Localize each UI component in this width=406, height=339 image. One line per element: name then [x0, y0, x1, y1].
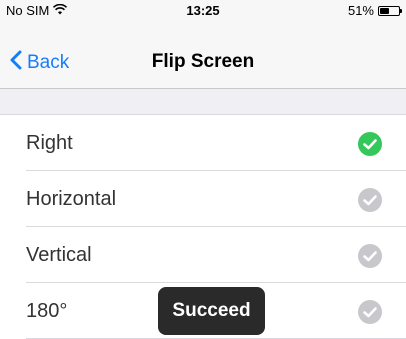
battery-tip: [400, 8, 402, 13]
battery-percent: 51%: [347, 3, 374, 18]
status-bar: No SIM 13:25 51%: [0, 0, 406, 20]
success-toast: Succeed: [158, 287, 265, 335]
option-label: Right: [26, 132, 73, 154]
option-row-unselected[interactable]: Horizontal: [0, 171, 406, 227]
battery-icon: [378, 5, 402, 16]
section-spacer: [0, 89, 406, 115]
battery-fill: [380, 7, 389, 14]
option-label: 180°: [26, 300, 68, 322]
option-label: Horizontal: [26, 188, 117, 210]
option-label: Vertical: [26, 244, 92, 266]
check-circle-icon: [358, 244, 382, 268]
status-time: 13:25: [186, 3, 220, 18]
status-right: 51%: [347, 3, 402, 18]
option-row-unselected[interactable]: Vertical: [0, 227, 406, 283]
check-circle-icon: [358, 300, 382, 324]
check-circle-icon: [358, 132, 382, 156]
option-row-selected[interactable]: Right: [0, 115, 406, 171]
page-title: Flip Screen: [151, 51, 255, 72]
check-circle-icon: [358, 188, 382, 212]
navigation-bar: Back Flip Screen: [0, 20, 406, 89]
